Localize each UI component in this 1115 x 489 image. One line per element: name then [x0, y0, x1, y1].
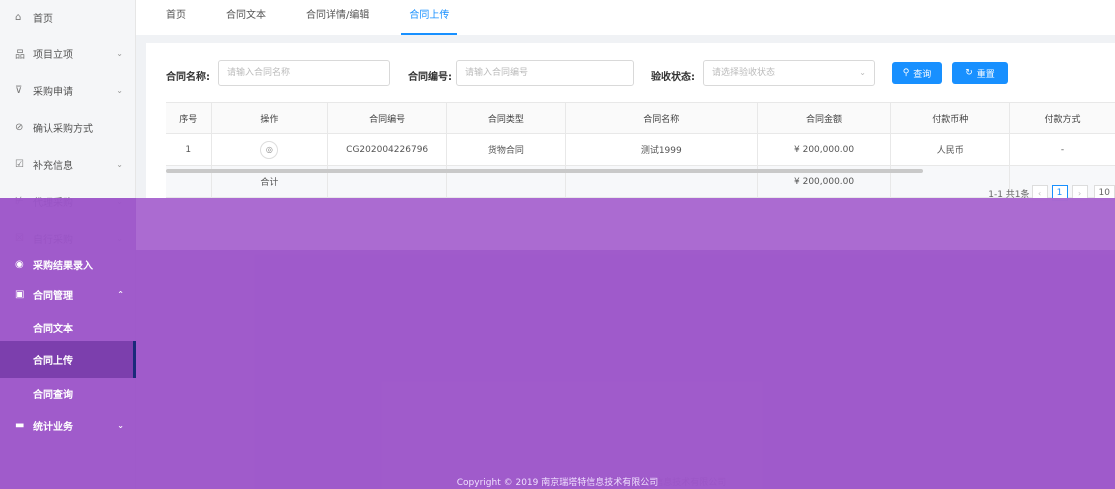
- contract-code-label: 合同编号:: [408, 72, 452, 83]
- tab-home[interactable]: 首页: [166, 6, 186, 35]
- contract-icon: ▣: [15, 289, 25, 300]
- sidebar-item-label: 统计业务: [33, 422, 73, 433]
- table-horizontal-scrollbar[interactable]: [166, 169, 923, 173]
- sidebar-item-label: 首页: [33, 14, 53, 25]
- sidebar-item-label: 合同文本: [33, 324, 73, 335]
- refresh-icon: ↻: [965, 68, 973, 78]
- sidebar-item-label: 补充信息: [33, 161, 73, 172]
- header-currency: 付款币种: [891, 103, 1011, 133]
- sidebar-item-statistics[interactable]: ▬ 统计业务 ⌄: [0, 407, 136, 444]
- contract-name-input[interactable]: 请输入合同名称: [218, 60, 390, 86]
- header-payment: 付款方式: [1044, 114, 1081, 125]
- header-name: 合同名称: [566, 103, 758, 133]
- cell-payment: -: [1060, 144, 1065, 155]
- self-icon: ☒: [15, 233, 24, 244]
- edit-icon: ☑: [15, 159, 24, 170]
- cell-amount: ¥ 200,000.00: [758, 134, 892, 165]
- chevron-down-icon: ⌄: [116, 234, 123, 243]
- sidebar-item-label: 确认采购方式: [33, 124, 93, 135]
- tab-contract-detail[interactable]: 合同详情/编辑: [306, 6, 369, 35]
- sidebar-item-confirm-method[interactable]: ⊘ 确认采购方式: [0, 109, 135, 146]
- sidebar-item-label: 采购结果录入: [33, 261, 93, 272]
- search-button-label: 查询: [913, 69, 932, 80]
- cell-index: 1: [166, 134, 212, 165]
- sidebar-item-label: 合同上传: [33, 356, 73, 367]
- sidebar-item-contract-upload[interactable]: 合同上传: [0, 341, 136, 378]
- main-content: 合同名称: 请输入合同名称 合同编号: 请输入合同编号 验收状态: 请选择验收状…: [136, 35, 1115, 489]
- cell-currency: 人民币: [891, 134, 1011, 165]
- chevron-up-icon: ⌃: [117, 290, 124, 299]
- stats-icon: ▬: [15, 420, 25, 431]
- contract-name-label: 合同名称:: [166, 72, 210, 83]
- overlay-strip: [136, 198, 1115, 250]
- tab-bar: 首页 合同文本 合同详情/编辑 合同上传: [136, 0, 1115, 35]
- chevron-down-icon: ⌄: [116, 197, 123, 206]
- overlay-footer-copyright: Copyright © 2019 南京瑞塔特信息技术有限公司: [456, 478, 659, 488]
- cell-name: 测试1999: [566, 134, 758, 165]
- chevron-down-icon: ⌄: [116, 86, 123, 95]
- result-icon: ◉: [15, 259, 24, 270]
- chevron-down-icon: ⌄: [116, 49, 123, 58]
- agent-icon: ⊬: [15, 196, 24, 207]
- chevron-down-icon: ⌄: [116, 160, 123, 169]
- check-circle-icon: ⊘: [15, 122, 24, 133]
- header-action: 操作: [212, 103, 329, 133]
- sidebar-item-purchase-request[interactable]: ⊽ 采购申请 ⌄: [0, 72, 135, 109]
- header-index: 序号: [166, 103, 212, 133]
- chevron-down-icon: ⌄: [117, 421, 124, 430]
- project-icon: 品: [15, 50, 25, 61]
- sidebar-item-contract-management[interactable]: ▣ 合同管理 ⌃: [0, 276, 136, 313]
- acceptance-status-label: 验收状态:: [651, 72, 695, 83]
- acceptance-status-select[interactable]: 请选择验收状态 ⌄: [703, 60, 875, 86]
- view-eye-icon[interactable]: ◎: [260, 140, 279, 159]
- header-code: 合同编号: [328, 103, 448, 133]
- tab-contract-upload[interactable]: 合同上传: [401, 6, 458, 35]
- sidebar-item-agent-purchase[interactable]: ⊬ 代理采购 ⌄: [0, 183, 135, 220]
- tab-contract-text[interactable]: 合同文本: [226, 6, 266, 35]
- search-icon: ⚲: [902, 68, 910, 78]
- search-button[interactable]: ⚲ 查询: [892, 62, 942, 84]
- sidebar-item-label: 自行采购: [33, 235, 73, 246]
- table-header-row: 序号 操作 合同编号 合同类型 合同名称 合同金额 付款币种 付款方式: [166, 103, 1115, 134]
- filter-bar: 合同名称: 请输入合同名称 合同编号: 请输入合同编号 验收状态: 请选择验收状…: [146, 60, 1115, 88]
- sidebar-item-label: 合同管理: [33, 291, 73, 302]
- sidebar-item-project[interactable]: 品 项目立项 ⌄: [0, 35, 135, 72]
- contract-code-input[interactable]: 请输入合同编号: [456, 60, 634, 86]
- sidebar-item-label: 项目立项: [33, 50, 73, 61]
- header-type: 合同类型: [447, 103, 566, 133]
- reset-button-label: 重置: [976, 69, 995, 80]
- cell-type: 货物合同: [447, 134, 566, 165]
- cart-icon: ⊽: [15, 85, 23, 96]
- table-row: 1 ◎ CG202004226796 货物合同 测试1999 ¥ 200,000…: [166, 134, 1115, 166]
- content-card: 合同名称: 请输入合同名称 合同编号: 请输入合同编号 验收状态: 请选择验收状…: [146, 43, 1115, 213]
- chevron-down-icon: ⌄: [859, 68, 866, 77]
- header-amount: 合同金额: [758, 103, 892, 133]
- sidebar-item-supplement[interactable]: ☑ 补充信息 ⌄: [0, 146, 135, 183]
- contract-table: 序号 操作 合同编号 合同类型 合同名称 合同金额 付款币种 付款方式 1 ◎ …: [166, 102, 1115, 198]
- sidebar-item-label: 代理采购: [33, 198, 73, 209]
- sidebar-item-home[interactable]: ⌂ 首页: [0, 0, 135, 35]
- reset-button[interactable]: ↻ 重置: [952, 62, 1008, 84]
- status-placeholder: 请选择验收状态: [712, 68, 776, 78]
- home-icon: ⌂: [15, 12, 22, 23]
- sidebar-item-label: 采购申请: [33, 87, 73, 98]
- sidebar-item-label: 合同查询: [33, 390, 73, 401]
- cell-action: ◎: [212, 134, 329, 165]
- cell-code: CG202004226796: [328, 134, 448, 165]
